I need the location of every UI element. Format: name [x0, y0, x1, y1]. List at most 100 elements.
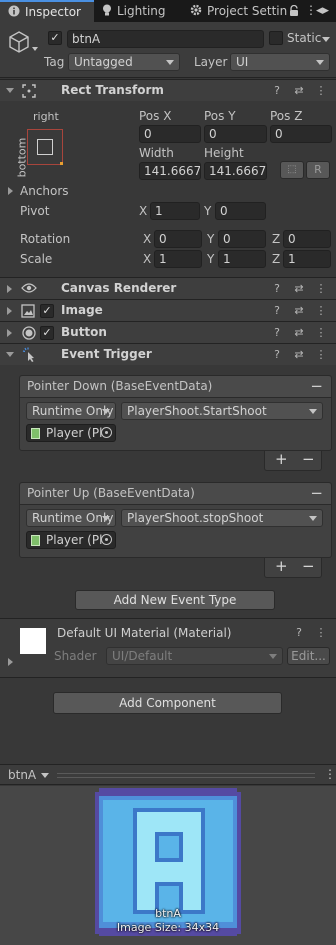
- chevron-down-icon: [269, 654, 277, 659]
- anchor-preset-button[interactable]: [27, 129, 63, 165]
- rot-x-label: X: [143, 232, 152, 246]
- help-icon[interactable]: ?: [270, 84, 284, 98]
- help-icon[interactable]: ?: [270, 282, 284, 296]
- help-icon[interactable]: ?: [270, 326, 284, 340]
- preset-icon[interactable]: ⇄: [292, 304, 306, 318]
- function-dropdown[interactable]: PlayerShoot.StartShoot: [121, 402, 323, 420]
- material-name: Default UI Material (Material): [57, 626, 232, 640]
- static-label[interactable]: Static: [287, 31, 321, 45]
- tab-lighting[interactable]: Lighting: [102, 0, 190, 22]
- help-icon[interactable]: ?: [270, 304, 284, 318]
- pos-x-field[interactable]: 0: [139, 125, 201, 143]
- remove-listener-button[interactable]: −: [302, 557, 315, 575]
- event-trigger-header[interactable]: Event Trigger ? ⇄ ⋮: [0, 343, 336, 365]
- function-dropdown[interactable]: PlayerShoot.stopShoot: [121, 509, 323, 527]
- preview-title: btnA: [8, 768, 37, 782]
- foldout-arrow-icon[interactable]: [7, 285, 12, 293]
- tag-dropdown[interactable]: Untagged: [68, 53, 180, 71]
- shader-dropdown[interactable]: UI/Default: [106, 647, 283, 665]
- chevron-down-icon: [166, 60, 174, 65]
- pos-z-field[interactable]: 0: [270, 125, 332, 143]
- context-menu-icon[interactable]: ⋮: [314, 326, 328, 340]
- preset-icon[interactable]: ⇄: [292, 326, 306, 340]
- component-header-icons: ? ⇄ ⋮: [270, 282, 328, 296]
- width-field[interactable]: 141.6667: [139, 162, 201, 180]
- preset-icon[interactable]: ⇄: [292, 348, 306, 362]
- rect-transform-header[interactable]: Rect Transform ? ⇄ ⋮: [0, 79, 336, 101]
- context-menu-icon[interactable]: ⋮: [314, 348, 328, 362]
- foldout-arrow-icon[interactable]: [6, 88, 14, 93]
- image-header[interactable]: ✓ Image ? ⇄ ⋮: [0, 299, 336, 321]
- add-component-button[interactable]: Add Component: [53, 692, 282, 714]
- help-icon[interactable]: ?: [292, 626, 306, 640]
- material-foldout-icon[interactable]: [8, 658, 13, 666]
- context-menu-icon[interactable]: ⋮: [314, 304, 328, 318]
- tab-project-settings[interactable]: Project Settin: [190, 0, 290, 22]
- height-field[interactable]: 141.6667: [204, 162, 267, 180]
- component-title: Image: [61, 303, 103, 317]
- scale-x-label: X: [143, 252, 152, 266]
- cube-icon: [8, 30, 30, 57]
- runtime-dropdown[interactable]: Runtime Only: [26, 509, 116, 527]
- preset-icon[interactable]: ⇄: [292, 84, 306, 98]
- drag-handle[interactable]: [57, 773, 315, 778]
- remove-event-button[interactable]: −: [310, 377, 323, 395]
- preset-icon[interactable]: ⇄: [292, 282, 306, 296]
- static-checkbox[interactable]: [269, 31, 283, 45]
- scale-z-field[interactable]: 1: [283, 250, 331, 268]
- remove-listener-button[interactable]: −: [302, 450, 315, 468]
- component-header-icons: ? ⇄ ⋮: [270, 304, 328, 318]
- object-picker-icon[interactable]: [101, 534, 112, 545]
- target-object-field[interactable]: Player (Pl: [26, 424, 116, 442]
- object-picker-icon[interactable]: [101, 427, 112, 438]
- material-thumbnail[interactable]: [20, 628, 46, 654]
- dock-arrows-icon[interactable]: ◂▸: [316, 3, 329, 18]
- pivot-x-field[interactable]: 1: [150, 202, 200, 220]
- active-checkbox[interactable]: ✓: [48, 31, 62, 45]
- context-menu-icon[interactable]: ⋮: [314, 626, 328, 640]
- bulb-icon: [102, 1, 112, 23]
- anchors-label[interactable]: Anchors: [20, 184, 69, 198]
- canvas-renderer-header[interactable]: Canvas Renderer ? ⇄ ⋮: [0, 277, 336, 299]
- chevron-down-icon: [102, 409, 110, 414]
- context-menu-icon[interactable]: ⋮: [314, 282, 328, 296]
- remove-event-button[interactable]: −: [310, 484, 323, 502]
- preview-header[interactable]: btnA ⋮: [0, 764, 336, 785]
- layer-dropdown[interactable]: UI: [230, 53, 330, 71]
- raw-edit-button[interactable]: R: [306, 161, 330, 179]
- pivot-y-field[interactable]: 0: [215, 202, 266, 220]
- icon-dropdown-caret[interactable]: [32, 47, 38, 51]
- blueprint-mode-button[interactable]: ⬚: [280, 161, 304, 179]
- context-menu-icon[interactable]: ⋮: [314, 84, 328, 98]
- tab-inspector[interactable]: Inspector: [0, 0, 94, 22]
- edit-shader-button[interactable]: Edit...: [287, 647, 330, 665]
- preview-dropdown-caret[interactable]: [41, 773, 49, 778]
- context-menu-icon[interactable]: ⋮: [324, 767, 336, 781]
- lock-icon[interactable]: [289, 4, 299, 20]
- add-listener-button[interactable]: +: [275, 450, 288, 468]
- add-new-event-type-button[interactable]: Add New Event Type: [75, 590, 275, 610]
- help-icon[interactable]: ?: [270, 348, 284, 362]
- image-enabled-checkbox[interactable]: ✓: [40, 304, 54, 318]
- button-enabled-checkbox[interactable]: ✓: [40, 326, 54, 340]
- anchors-foldout-icon[interactable]: [8, 187, 13, 195]
- scale-y-field[interactable]: 1: [218, 250, 266, 268]
- anchor-point-icon: [60, 162, 63, 165]
- pos-y-field[interactable]: 0: [204, 125, 267, 143]
- button-header[interactable]: ✓ Button ? ⇄ ⋮: [0, 321, 336, 343]
- rot-x-field[interactable]: 0: [154, 230, 202, 248]
- foldout-arrow-icon[interactable]: [6, 352, 14, 357]
- rot-z-field[interactable]: 0: [283, 230, 331, 248]
- add-listener-button[interactable]: +: [275, 557, 288, 575]
- foldout-arrow-icon[interactable]: [7, 329, 12, 337]
- tab-label: Project Settin: [207, 4, 288, 18]
- static-dropdown-caret[interactable]: [322, 37, 330, 42]
- event-panel-header: Pointer Up (BaseEventData) −: [20, 483, 331, 505]
- function-value: PlayerShoot.StartShoot: [127, 404, 267, 418]
- rot-y-field[interactable]: 0: [218, 230, 266, 248]
- scale-x-field[interactable]: 1: [154, 250, 202, 268]
- runtime-dropdown[interactable]: Runtime Only: [26, 402, 116, 420]
- target-object-field[interactable]: Player (Pl: [26, 531, 116, 549]
- foldout-arrow-icon[interactable]: [7, 307, 12, 315]
- gameobject-name-field[interactable]: btnA: [67, 30, 264, 48]
